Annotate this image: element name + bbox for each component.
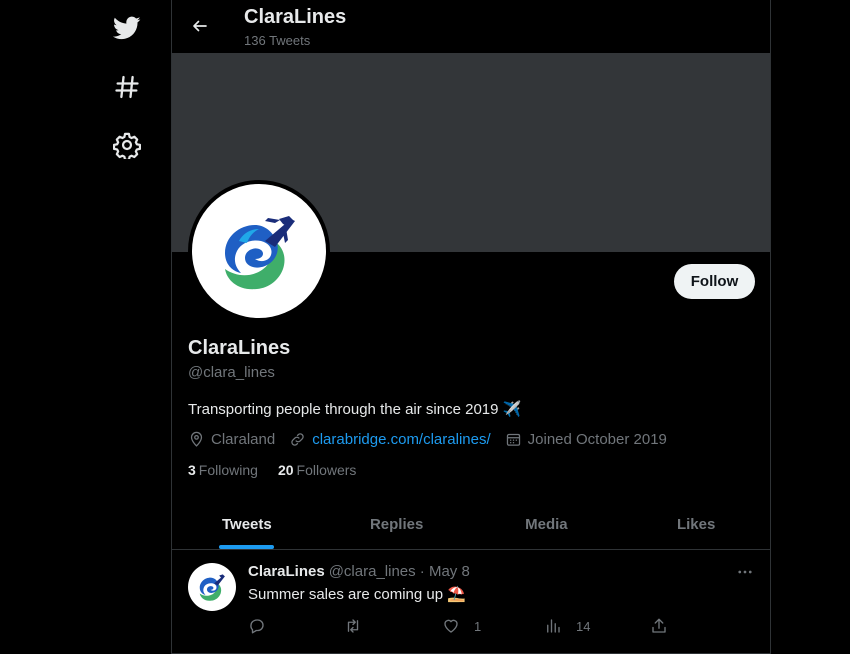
profile-name: ClaraLines bbox=[188, 337, 291, 359]
bar-chart-icon bbox=[547, 619, 560, 633]
active-tab-indicator bbox=[219, 545, 275, 549]
view-count: 14 bbox=[576, 618, 591, 634]
tab-tweets[interactable]: Tweets bbox=[172, 499, 322, 549]
location-text: Claraland bbox=[211, 431, 276, 448]
location-pin-icon bbox=[190, 431, 203, 447]
tab-replies[interactable]: Replies bbox=[322, 499, 472, 549]
joined-text: Joined October 2019 bbox=[527, 431, 667, 448]
follow-stats: 3 Following 20 Followers bbox=[188, 462, 376, 478]
following-label: Following bbox=[198, 462, 258, 478]
followers-label: Followers bbox=[296, 462, 357, 478]
header-title: ClaraLines bbox=[244, 6, 347, 28]
tab-label: Replies bbox=[369, 515, 424, 533]
profile-bio: Transporting people through the air sinc… bbox=[188, 401, 522, 418]
joined-item: Joined October 2019 bbox=[505, 431, 667, 448]
tab-label: Tweets bbox=[222, 515, 272, 533]
like-button[interactable]: 1 bbox=[442, 617, 481, 635]
tweet-count: 136 Tweets bbox=[244, 33, 311, 48]
followers-count: 20 bbox=[277, 462, 294, 478]
tab-label: Media bbox=[525, 515, 568, 533]
like-count: 1 bbox=[474, 618, 482, 634]
followers-link[interactable]: 20 Followers bbox=[278, 462, 356, 478]
tweet-text: Summer sales are coming up ⛱️ bbox=[248, 586, 466, 603]
calendar-icon bbox=[506, 433, 520, 446]
back-button[interactable] bbox=[186, 12, 214, 40]
claralines-logo-icon bbox=[199, 574, 225, 601]
website-link[interactable]: clarabridge.com/claralines/ bbox=[312, 431, 490, 448]
location-item: Claraland bbox=[188, 431, 275, 448]
retweet-button[interactable] bbox=[344, 617, 376, 635]
gear-icon[interactable] bbox=[110, 128, 144, 162]
twitter-bird-icon[interactable] bbox=[110, 11, 144, 45]
profile-header: ClaraLines 136 Tweets bbox=[172, 0, 770, 53]
tweet[interactable]: ClaraLines @clara_lines · May 8 Summer s… bbox=[172, 551, 770, 654]
more-options-button[interactable] bbox=[734, 561, 756, 583]
following-link[interactable]: 3 Following bbox=[188, 462, 258, 478]
hashtag-icon[interactable] bbox=[110, 70, 144, 104]
profile-meta: Claraland clarabridge.com/claralines/ Jo… bbox=[188, 431, 681, 448]
tweet-avatar[interactable] bbox=[188, 563, 236, 611]
claralines-logo-icon bbox=[225, 216, 295, 290]
profile-handle: @clara_lines bbox=[188, 364, 275, 381]
tab-label: Likes bbox=[676, 515, 716, 533]
tab-media[interactable]: Media bbox=[472, 499, 622, 549]
share-button[interactable] bbox=[650, 617, 682, 635]
link-icon bbox=[291, 433, 304, 446]
tweet-meta: @clara_lines · May 8 bbox=[328, 563, 470, 580]
profile-tabs: Tweets Replies Media Likes bbox=[172, 499, 770, 550]
sidebar bbox=[0, 0, 171, 654]
ellipsis-icon bbox=[738, 570, 752, 574]
tweet-actions: 1 14 bbox=[248, 617, 668, 637]
reply-icon bbox=[250, 619, 264, 634]
arrow-left-icon bbox=[193, 20, 207, 32]
retweet-icon bbox=[347, 619, 359, 633]
tweet-author-name[interactable]: ClaraLines bbox=[248, 563, 325, 580]
website-item: clarabridge.com/claralines/ bbox=[289, 431, 491, 448]
share-icon bbox=[652, 618, 666, 633]
tweet-header: ClaraLines @clara_lines · May 8 bbox=[248, 563, 470, 580]
follow-button[interactable]: Follow bbox=[674, 264, 755, 299]
heart-icon bbox=[444, 619, 458, 633]
profile-avatar[interactable] bbox=[188, 180, 330, 322]
tab-likes[interactable]: Likes bbox=[621, 499, 770, 549]
following-count: 3 bbox=[188, 462, 196, 478]
reply-button[interactable] bbox=[248, 617, 280, 635]
profile-column: ClaraLines 136 Tweets Follow ClaraLines … bbox=[171, 0, 771, 654]
views-button[interactable]: 14 bbox=[544, 617, 590, 635]
